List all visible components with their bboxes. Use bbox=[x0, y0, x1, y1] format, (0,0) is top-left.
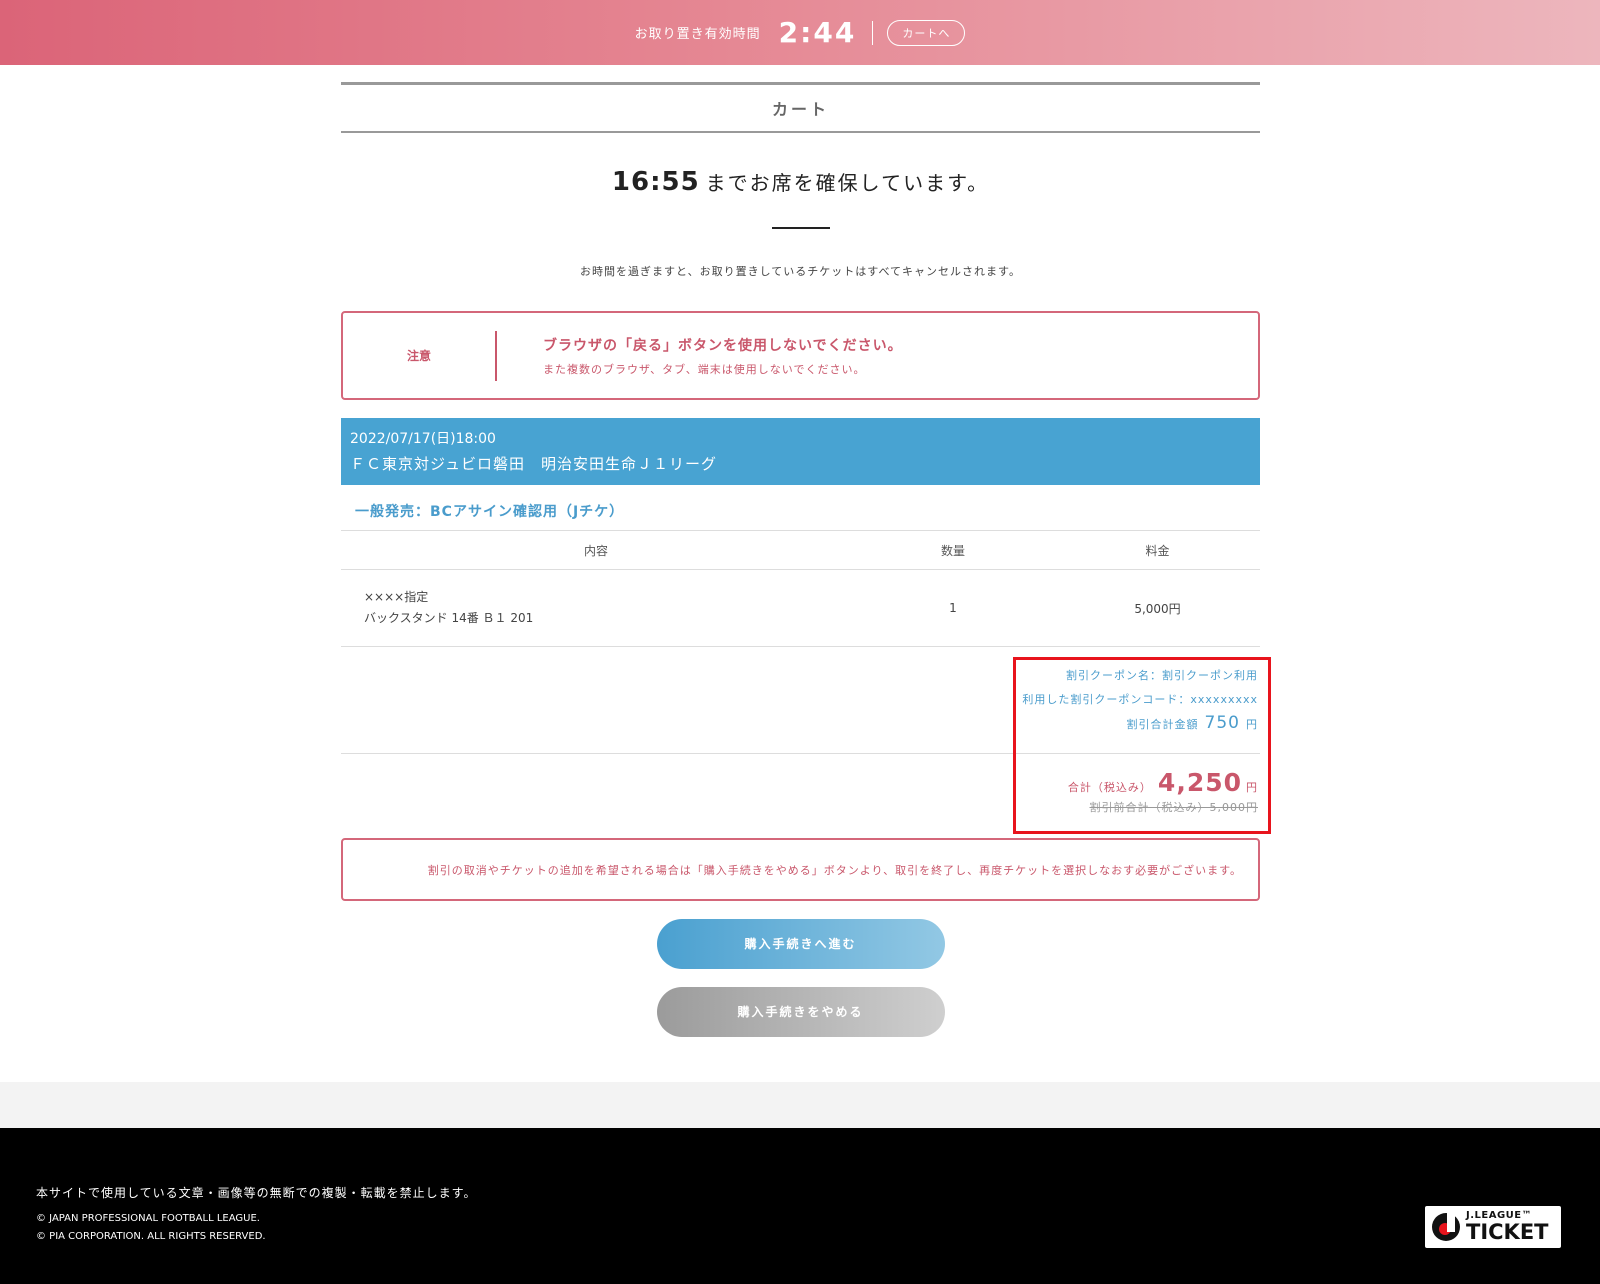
table-header-row: 内容 数量 料金 bbox=[341, 530, 1260, 570]
coupon-name: 割引クーポン名：割引クーポン利用 bbox=[1066, 669, 1258, 682]
hold-time-countdown: 2:44 bbox=[778, 16, 857, 49]
go-to-cart-button[interactable]: カートへ bbox=[887, 19, 966, 46]
copyright-jleague: © JAPAN PROFESSIONAL FOOTBALL LEAGUE. bbox=[36, 1213, 260, 1224]
total-summary: 合計（税込み） 4,250 円 割引前合計（税込み）5,000円 bbox=[341, 754, 1260, 826]
table-row: ××××指定 バックスタンド 14番 Ｂ１ 201 1 5,000円 bbox=[341, 569, 1260, 647]
seat-type: ××××指定 bbox=[364, 590, 429, 604]
pre-discount-total: 割引前合計（税込み）5,000円 bbox=[1089, 801, 1258, 814]
reserve-message: 16:55 までお席を確保しています。 bbox=[341, 167, 1260, 197]
proceed-to-purchase-button[interactable]: 購入手続きへ進む bbox=[656, 919, 945, 969]
header-qty: 数量 bbox=[851, 530, 1055, 570]
total-line: 合計（税込み） 4,250 円 bbox=[341, 754, 1258, 797]
header-price: 料金 bbox=[1055, 530, 1260, 570]
page-title: カート bbox=[771, 100, 829, 119]
logo-line2: TICKET bbox=[1466, 1220, 1549, 1244]
event-date: 2022/07/17(日)18:00 bbox=[350, 431, 496, 447]
ticket-content-cell: ××××指定 バックスタンド 14番 Ｂ１ 201 bbox=[341, 569, 851, 647]
expire-note: お時間を過ぎますと、お取り置きしているチケットはすべてキャンセルされます。 bbox=[580, 265, 1021, 278]
header-content: 内容 bbox=[341, 530, 851, 570]
ticket-qty: 1 bbox=[851, 569, 1055, 647]
discount-summary: 割引クーポン名：割引クーポン利用 利用した割引クーポンコード：xxxxxxxxx… bbox=[341, 647, 1260, 754]
reserve-until-time: 16:55 bbox=[611, 167, 700, 197]
discount-yen: 円 bbox=[1246, 718, 1258, 731]
cancel-note-text: 割引の取消やチケットの追加を希望される場合は「購入手続きをやめる」ボタンより、取… bbox=[427, 863, 1242, 877]
coupon-code: 利用した割引クーポンコード：xxxxxxxxx bbox=[1022, 693, 1258, 706]
cancel-note-box: 割引の取消やチケットの追加を希望される場合は「購入手続きをやめる」ボタンより、取… bbox=[341, 838, 1260, 901]
hold-time-label: お取り置き有効時間 bbox=[634, 27, 761, 42]
discount-total-label: 割引合計金額 bbox=[1126, 718, 1199, 731]
caution-sub-text: また複数のブラウザ、タブ、端末は使用しないでください。 bbox=[543, 362, 866, 376]
hold-timer-bar: お取り置き有効時間 2:44 カートへ bbox=[0, 0, 1600, 65]
ticket-price: 5,000円 bbox=[1055, 569, 1260, 647]
cart-main: カート 16:55 までお席を確保しています。 お時間を過ぎますと、お取り置きして… bbox=[341, 82, 1260, 1037]
caution-main-text: ブラウザの「戻る」ボタンを使用しないでください。 bbox=[543, 337, 903, 354]
event-banner: 2022/07/17(日)18:00 ＦＣ東京対ジュビロ磐田 明治安田生命Ｊ１リ… bbox=[341, 418, 1260, 485]
topbar-divider bbox=[872, 20, 874, 45]
footer-spacer bbox=[0, 1082, 1600, 1128]
caution-label: 注意 bbox=[406, 349, 431, 363]
total-label: 合計（税込み） bbox=[1067, 781, 1152, 794]
sale-type: 一般発売：BCアサイン確認用（Jチケ） bbox=[355, 504, 625, 520]
logo-text: J.LEAGUE™ TICKET bbox=[1466, 1211, 1549, 1243]
reserve-message-text: までお席を確保しています。 bbox=[705, 171, 990, 195]
event-name: ＦＣ東京対ジュビロ磐田 明治安田生命Ｊ１リーグ bbox=[350, 455, 717, 473]
cancel-purchase-button[interactable]: 購入手続きをやめる bbox=[656, 987, 945, 1037]
caution-texts: ブラウザの「戻る」ボタンを使用しないでください。 また複数のブラウザ、タブ、端末… bbox=[497, 335, 903, 377]
divider bbox=[771, 227, 830, 229]
jleague-ticket-logo: J.LEAGUE™ TICKET bbox=[1425, 1206, 1561, 1248]
ticket-table: 内容 数量 料金 ××××指定 バックスタンド 14番 Ｂ１ 201 1 5,0… bbox=[341, 530, 1260, 647]
discount-total: 割引合計金額 750 円 bbox=[341, 713, 1258, 733]
discount-total-amount: 750 bbox=[1204, 713, 1240, 733]
total-amount: 4,250 bbox=[1157, 768, 1242, 797]
jleague-mark-icon bbox=[1429, 1210, 1463, 1244]
total-yen: 円 bbox=[1246, 781, 1258, 794]
cart-title-bar: カート bbox=[341, 82, 1260, 133]
caution-box: 注意 ブラウザの「戻る」ボタンを使用しないでください。 また複数のブラウザ、タブ… bbox=[341, 311, 1260, 400]
copyright-pia: © PIA CORPORATION. ALL RIGHTS RESERVED. bbox=[36, 1231, 266, 1242]
seat-location: バックスタンド 14番 Ｂ１ 201 bbox=[364, 611, 534, 625]
footer: 本サイトで使用している文章・画像等の無断での複製・転載を禁止します。 © JAP… bbox=[0, 1128, 1600, 1284]
footer-notice: 本サイトで使用している文章・画像等の無断での複製・転載を禁止します。 bbox=[36, 1186, 477, 1200]
